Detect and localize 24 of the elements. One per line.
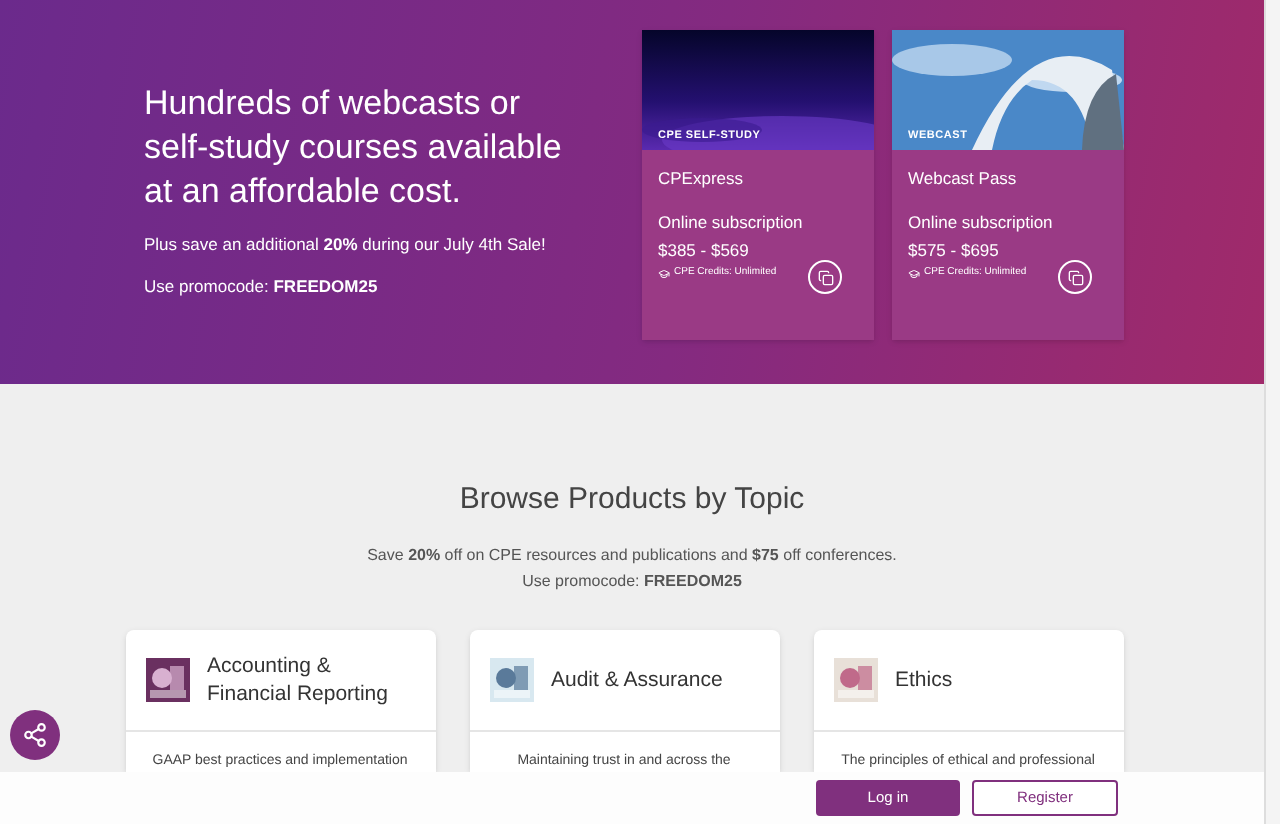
scrollbar[interactable] <box>1264 0 1280 824</box>
topic-title: Accounting & Financial Reporting <box>207 651 390 707</box>
share-button[interactable] <box>10 710 60 760</box>
sale-text: Plus save an additional 20% during our July 4th Sale! <box>144 232 548 258</box>
subscription-label: Online subscription <box>908 209 1055 235</box>
promo-text: Use promocode: FREEDOM25 <box>522 569 742 593</box>
topic-title: Audit & Assurance <box>551 665 723 693</box>
copy-icon <box>817 269 833 285</box>
copy-button[interactable] <box>1058 260 1092 294</box>
product-name: CPExpress <box>658 166 746 192</box>
subscription-label: Online subscription <box>658 209 805 235</box>
copy-button[interactable] <box>808 260 842 294</box>
hero-heading: Hundreds of webcasts or self-study courses available at an affordable cost. <box>144 82 564 214</box>
section-title: Browse Products by Topic <box>459 480 805 520</box>
topic-title: Ethics <box>895 665 953 693</box>
share-icon <box>22 722 48 748</box>
price-range: $575 - $695 <box>908 237 1001 263</box>
offer-text: Save 20% off on CPE resources and publications and $75 off conferences. <box>367 543 897 567</box>
promo-text: Use promocode: FREEDOM25 <box>144 273 380 299</box>
copy-icon <box>1067 269 1083 285</box>
price-range: $385 - $569 <box>658 237 751 263</box>
product-name: Webcast Pass <box>908 166 1019 192</box>
graduation-cap-icon <box>658 268 670 280</box>
graduation-cap-icon <box>908 268 920 280</box>
